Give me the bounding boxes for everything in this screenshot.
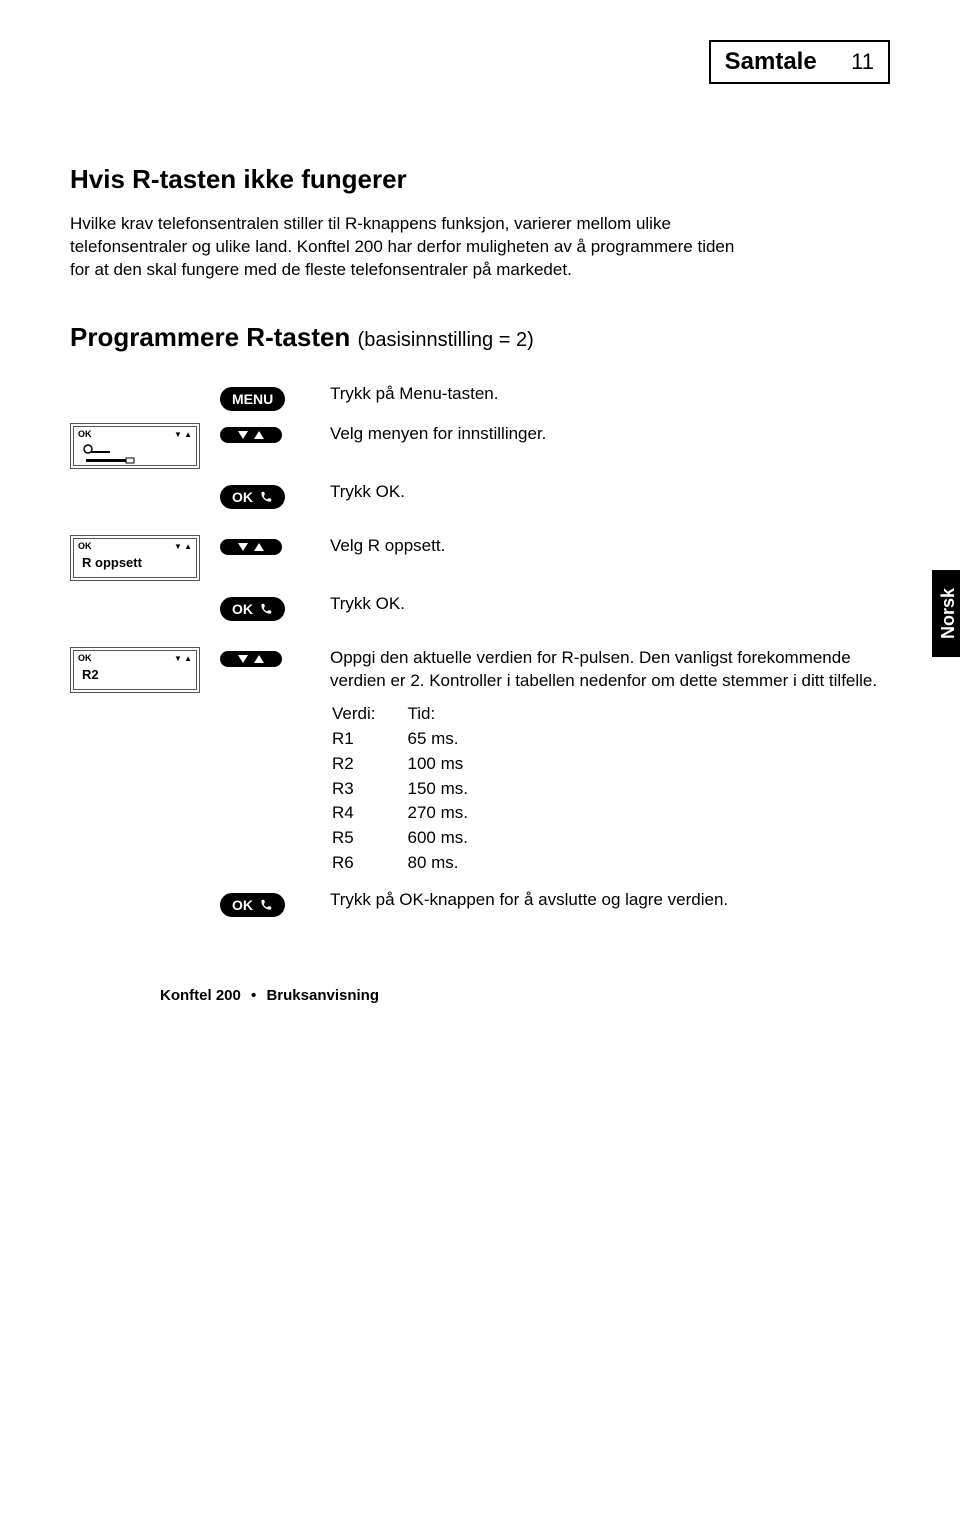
section-heading-2-text: Programmere R-tasten: [70, 322, 350, 352]
phone-icon: [259, 490, 273, 504]
ok-button-label: OK: [232, 897, 253, 913]
table-row: R680 ms.: [332, 852, 498, 875]
triangle-up-icon: [254, 655, 264, 663]
step-row: OK ▼ ▲ R oppsett Velg R oppsett.: [70, 535, 890, 581]
menu-button-icon: MENU: [220, 387, 285, 411]
triangle-up-icon: [254, 543, 264, 551]
step-row: OK ▼ ▲ Velg menyen for innstillinger.: [70, 423, 890, 469]
arrow-button-icon: [220, 427, 282, 443]
step-row: OK Trykk OK.: [70, 481, 890, 509]
triangle-down-icon: [238, 655, 248, 663]
step-text: Velg R oppsett.: [330, 535, 890, 558]
lcd-arrows: ▼ ▲: [174, 542, 192, 551]
step-text: Trykk på Menu-tasten.: [330, 383, 890, 406]
r-values-table: Verdi: Tid: R165 ms. R2100 ms R3150 ms. …: [330, 701, 500, 878]
table-row: R4270 ms.: [332, 802, 498, 825]
step-text: Oppgi den aktuelle verdien for R-pulsen.…: [330, 647, 890, 877]
lcd-content: R2: [82, 667, 192, 687]
table-header-time: Tid:: [407, 703, 497, 726]
page-footer: Konftel 200 • Bruksanvisning: [160, 987, 890, 1004]
arrow-button-icon: [220, 651, 282, 667]
ok-button-icon: OK: [220, 485, 285, 509]
step-text: Trykk på OK-knappen for å avslutte og la…: [330, 889, 890, 912]
triangle-up-icon: [254, 431, 264, 439]
bullet-icon: •: [251, 987, 256, 1004]
phone-icon: [259, 602, 273, 616]
section-heading-2: Programmere R-tasten (basisinnstilling =…: [70, 322, 890, 353]
lcd-settings: OK ▼ ▲: [70, 423, 200, 469]
lcd-arrows: ▼ ▲: [174, 430, 192, 439]
lcd-ok-label: OK: [78, 429, 92, 439]
triangle-down-icon: [238, 431, 248, 439]
triangle-down-icon: [238, 543, 248, 551]
phone-icon: [259, 898, 273, 912]
step-text: Trykk OK.: [330, 593, 890, 616]
ok-button-label: OK: [232, 489, 253, 505]
page-header-box: Samtale 11: [709, 40, 890, 84]
arrow-button-icon: [220, 539, 282, 555]
step-row: OK Trykk på OK-knappen for å avslutte og…: [70, 889, 890, 917]
page-header-title: Samtale: [725, 48, 817, 76]
ok-button-icon: OK: [220, 597, 285, 621]
table-row: R3150 ms.: [332, 778, 498, 801]
lcd-arrows: ▼ ▲: [174, 654, 192, 663]
lcd-ok-label: OK: [78, 653, 92, 663]
ok-button-icon: OK: [220, 893, 285, 917]
lcd-content: R oppsett: [82, 555, 192, 575]
menu-button-label: MENU: [232, 391, 273, 407]
step-text-content: Oppgi den aktuelle verdien for R-pulsen.…: [330, 648, 877, 690]
table-row: R5600 ms.: [332, 827, 498, 850]
step-row: OK ▼ ▲ R2 Oppgi den aktuelle verdien for…: [70, 647, 890, 877]
step-row: OK Trykk OK.: [70, 593, 890, 621]
section-heading-1: Hvis R-tasten ikke fungerer: [70, 164, 890, 195]
step-text: Trykk OK.: [330, 481, 890, 504]
table-row: R2100 ms: [332, 753, 498, 776]
lcd-ok-label: OK: [78, 541, 92, 551]
step-text: Velg menyen for innstillinger.: [330, 423, 890, 446]
language-tab: Norsk: [932, 570, 960, 657]
section-intro-1: Hvilke krav telefonsentralen stiller til…: [70, 213, 750, 282]
step-row: MENU Trykk på Menu-tasten.: [70, 383, 890, 411]
footer-product: Konftel 200: [160, 987, 241, 1004]
ok-button-label: OK: [232, 601, 253, 617]
page-number: 11: [851, 49, 874, 75]
table-row: R165 ms.: [332, 728, 498, 751]
lcd-r-oppsett: OK ▼ ▲ R oppsett: [70, 535, 200, 581]
footer-doc: Bruksanvisning: [266, 987, 379, 1004]
table-header-value: Verdi:: [332, 703, 405, 726]
section-heading-2-basis: (basisinnstilling = 2): [358, 329, 534, 351]
wrench-icon: [82, 443, 192, 463]
lcd-r2: OK ▼ ▲ R2: [70, 647, 200, 693]
